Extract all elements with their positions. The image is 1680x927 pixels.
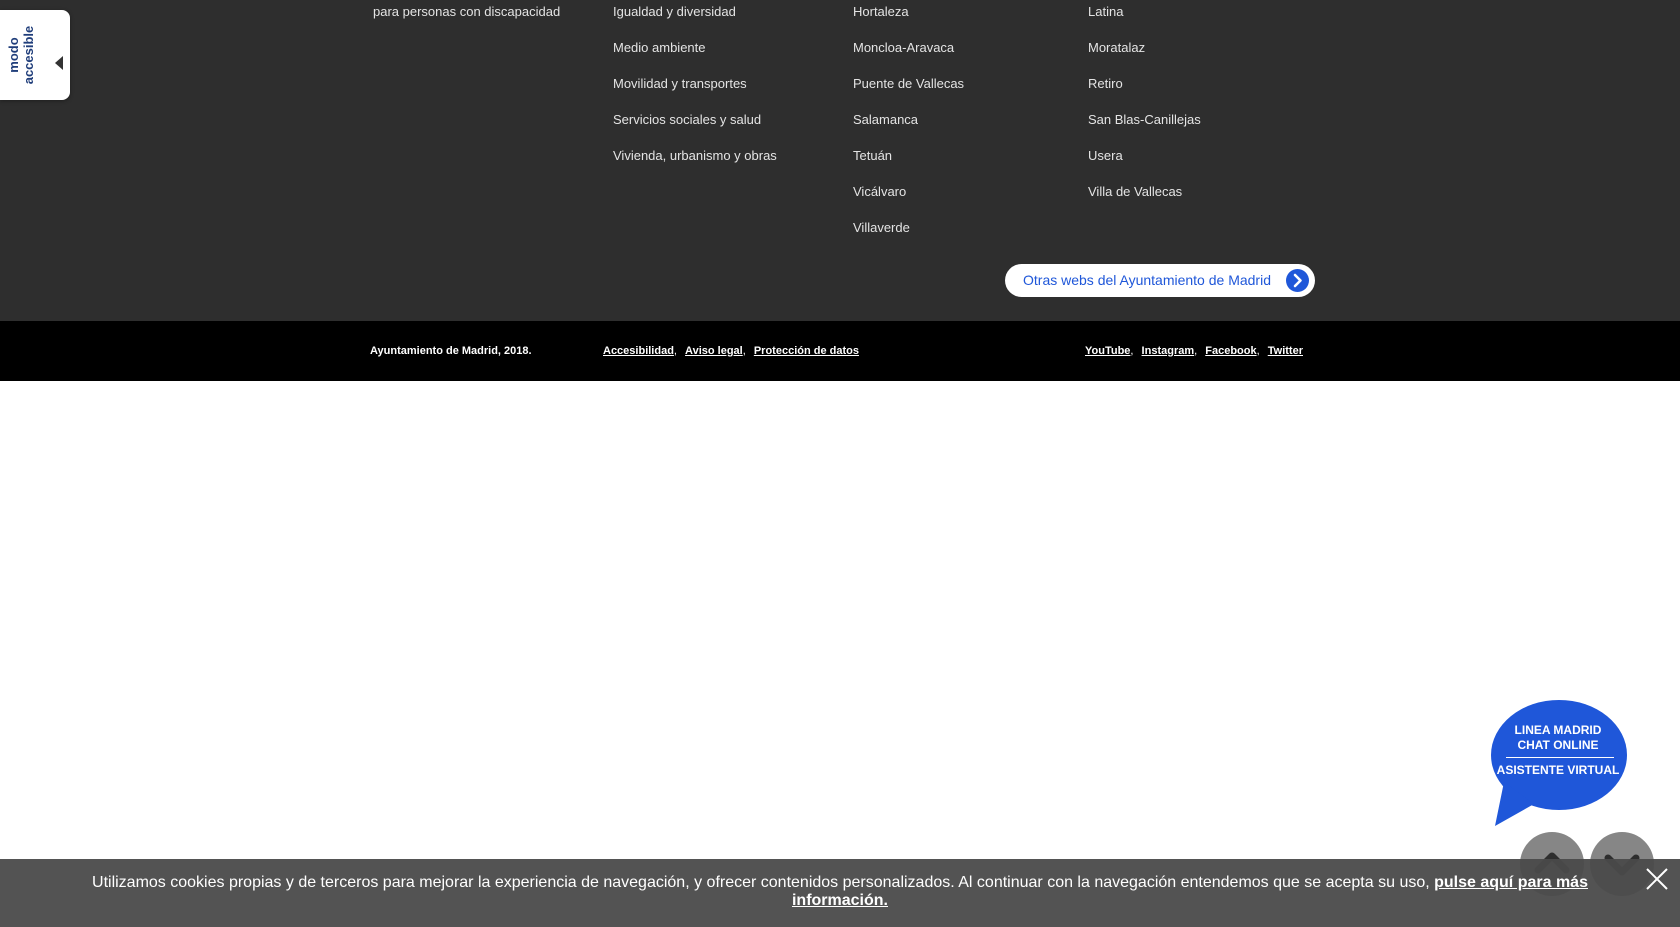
facebook-link[interactable]: Facebook [1205,345,1256,357]
district-link[interactable]: San Blas-Canillejas [1088,108,1201,144]
footer-column-districts-a: Hortaleza Moncloa-Aravaca Puente de Vall… [853,0,964,252]
footer-column-districts-b: Latina Moratalaz Retiro San Blas-Canille… [1088,0,1201,216]
cookie-text: Utilizamos cookies propias y de terceros… [92,874,1435,891]
district-link[interactable]: Vicálvaro [853,180,964,216]
youtube-link[interactable]: YouTube [1085,345,1130,357]
footer-column-services: para personas con discapacidad [373,0,560,36]
district-link[interactable]: Usera [1088,144,1201,180]
chat-divider [1506,757,1614,758]
accessible-mode-label: modo accesible [6,15,36,95]
footer-link[interactable]: Igualdad y diversidad [613,0,777,36]
accessibility-link[interactable]: Accesibilidad [603,345,674,357]
footer-menu: para personas con discapacidad Igualdad … [0,0,1680,321]
legal-links: Accesibilidad, Aviso legal, Protección d… [603,321,859,381]
district-link[interactable]: Moratalaz [1088,36,1201,72]
instagram-link[interactable]: Instagram [1142,345,1195,357]
footer-column-topics: Igualdad y diversidad Medio ambiente Mov… [613,0,777,180]
link-separator: , [742,345,746,357]
district-link[interactable]: Hortaleza [853,0,964,36]
legal-bar: Ayuntamiento de Madrid, 2018. Accesibili… [0,321,1680,381]
accessible-mode-line2: accesible [21,25,36,85]
district-link[interactable]: Tetuán [853,144,964,180]
data-protection-link[interactable]: Protección de datos [754,345,859,357]
link-separator: , [1130,345,1134,357]
triangle-left-icon [55,56,63,70]
chevron-right-circle-icon [1286,269,1309,292]
district-link[interactable]: Salamanca [853,108,964,144]
cookie-banner: Utilizamos cookies propias y de terceros… [0,859,1680,927]
close-icon [1646,868,1668,890]
link-separator: , [1194,345,1198,357]
link-separator: , [1256,345,1260,357]
footer-link[interactable]: Vivienda, urbanismo y obras [613,144,777,180]
twitter-link[interactable]: Twitter [1268,345,1303,357]
district-link[interactable]: Moncloa-Aravaca [853,36,964,72]
legal-notice-link[interactable]: Aviso legal [685,345,743,357]
district-link[interactable]: Latina [1088,0,1201,36]
footer-link[interactable]: Movilidad y transportes [613,72,777,108]
social-links: YouTube, Instagram, Facebook, Twitter [1085,321,1303,381]
accessible-mode-toggle[interactable]: modo accesible [0,10,70,100]
chat-assistant-button[interactable]: LINEA MADRID CHAT ONLINE ASISTENTE VIRTU… [1490,700,1628,826]
footer-link[interactable]: Medio ambiente [613,36,777,72]
footer-link[interactable]: para personas con discapacidad [373,0,560,36]
cookie-close-button[interactable] [1644,866,1670,892]
chat-title-line1: LINEA MADRID [1514,723,1602,737]
district-link[interactable]: Retiro [1088,72,1201,108]
chat-title-line2: CHAT ONLINE [1517,738,1599,752]
cookie-message: Utilizamos cookies propias y de terceros… [80,874,1600,910]
district-link[interactable]: Villaverde [853,216,964,252]
copyright-text: Ayuntamiento de Madrid, 2018. [370,345,532,357]
footer-link[interactable]: Servicios sociales y salud [613,108,777,144]
chat-subtitle: ASISTENTE VIRTUAL [1496,763,1620,777]
other-webs-label: Otras webs del Ayuntamiento de Madrid [1023,272,1271,288]
district-link[interactable]: Villa de Vallecas [1088,180,1201,216]
accessible-mode-line1: modo [6,37,21,73]
link-separator: , [673,345,677,357]
other-webs-button[interactable]: Otras webs del Ayuntamiento de Madrid [1005,264,1315,297]
district-link[interactable]: Puente de Vallecas [853,72,964,108]
